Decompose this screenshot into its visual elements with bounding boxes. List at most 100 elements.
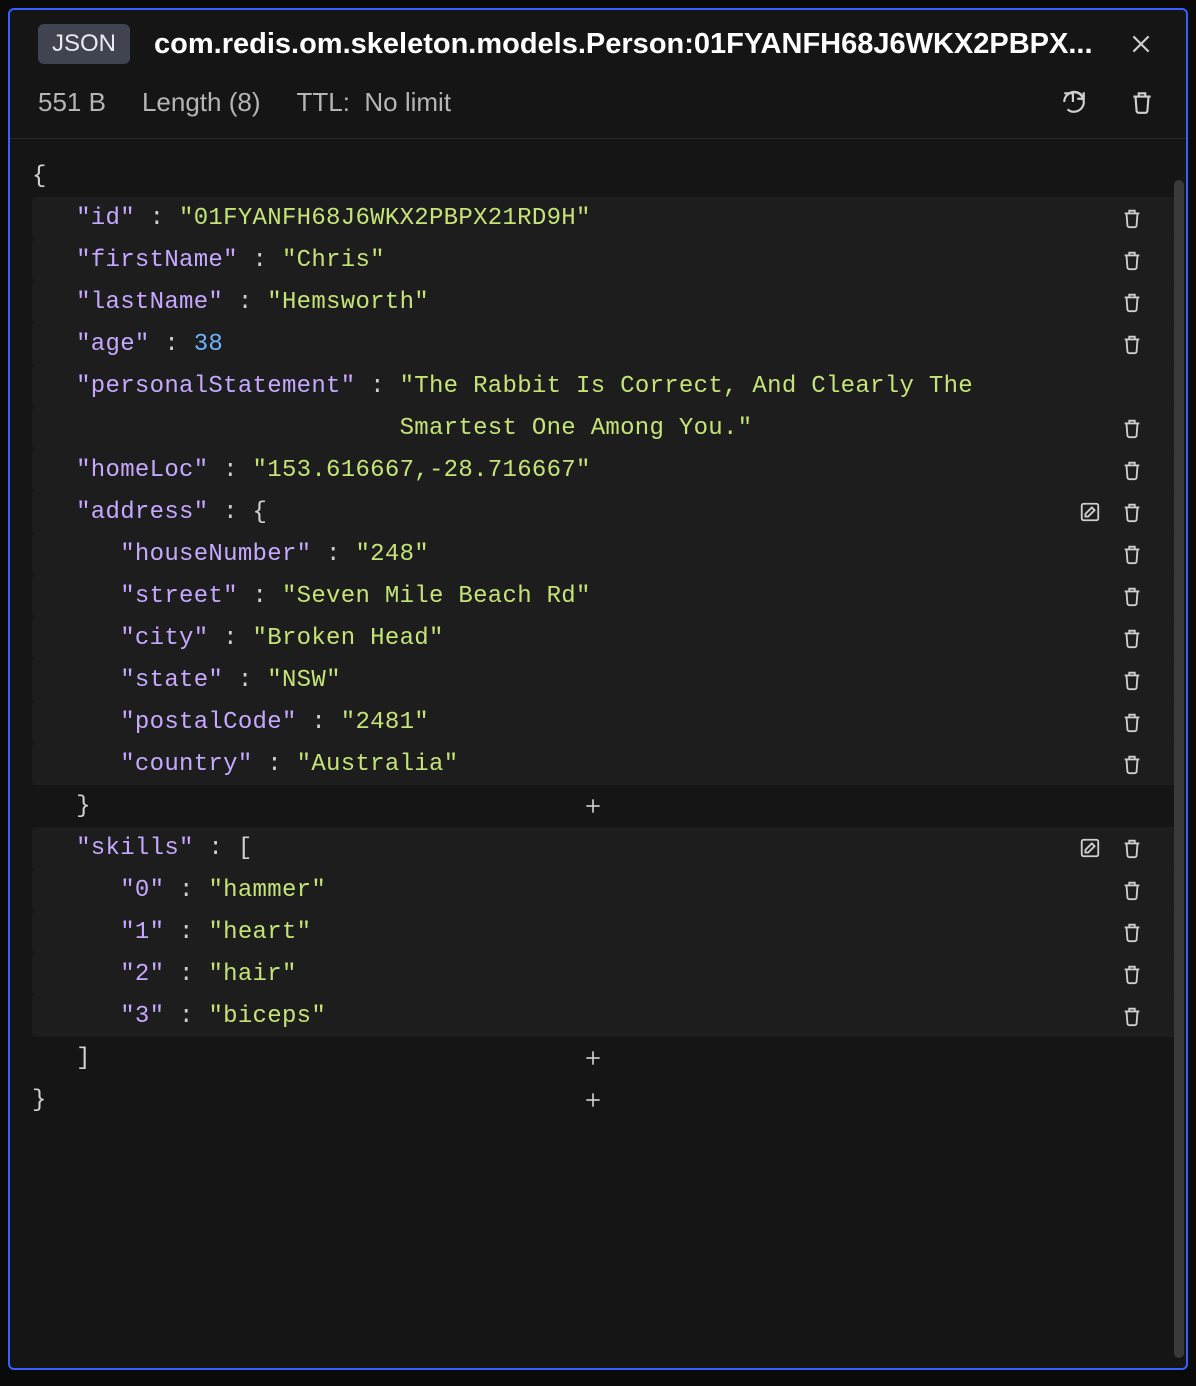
trash-icon bbox=[1121, 249, 1143, 271]
json-row: "age" : 38 bbox=[32, 323, 1176, 365]
delete-field-button[interactable] bbox=[1116, 748, 1148, 780]
trash-icon bbox=[1129, 89, 1155, 115]
refresh-button[interactable] bbox=[1058, 86, 1090, 118]
trash-icon bbox=[1121, 879, 1143, 901]
trash-icon bbox=[1121, 837, 1143, 859]
trash-icon bbox=[1121, 963, 1143, 985]
delete-field-button[interactable] bbox=[1116, 874, 1148, 906]
json-row: "address" : { bbox=[32, 491, 1176, 533]
json-row: Smartest One Among You." bbox=[32, 407, 1176, 449]
value-age: 38 bbox=[194, 331, 223, 358]
refresh-icon bbox=[1061, 89, 1087, 115]
length-label: Length (8) bbox=[142, 87, 261, 118]
value-id: 01FYANFH68J6WKX2PBPX21RD9H bbox=[194, 205, 576, 232]
meta-row: 551 B Length (8) TTL: No limit bbox=[10, 74, 1186, 139]
scrollbar[interactable] bbox=[1174, 180, 1184, 1358]
trash-icon bbox=[1121, 207, 1143, 229]
delete-field-button[interactable] bbox=[1116, 412, 1148, 444]
json-row: "personalStatement" : "The Rabbit Is Cor… bbox=[32, 365, 1176, 407]
edit-field-button[interactable] bbox=[1074, 832, 1106, 864]
trash-icon bbox=[1121, 291, 1143, 313]
json-row: "street" : "Seven Mile Beach Rd" bbox=[32, 575, 1176, 617]
trash-icon bbox=[1121, 543, 1143, 565]
trash-icon bbox=[1121, 417, 1143, 439]
add-field-button[interactable] bbox=[581, 794, 605, 818]
json-content: { "id" : "01FYANFH68J6WKX2PBPX21RD9H" "f… bbox=[10, 139, 1186, 1368]
value-city: Broken Head bbox=[267, 625, 429, 652]
delete-field-button[interactable] bbox=[1116, 580, 1148, 612]
close-icon bbox=[1128, 31, 1154, 57]
json-row: "postalCode" : "2481" bbox=[32, 701, 1176, 743]
trash-icon bbox=[1121, 333, 1143, 355]
value-country: Australia bbox=[311, 751, 443, 778]
value-lastName: Hemsworth bbox=[282, 289, 414, 316]
value-houseNumber: 248 bbox=[370, 541, 414, 568]
value-skill-0: hammer bbox=[223, 877, 311, 904]
json-row: "3" : "biceps" bbox=[32, 995, 1176, 1037]
json-row: "skills" : [ bbox=[32, 827, 1176, 869]
key-title: com.redis.om.skeleton.models.Person:01FY… bbox=[154, 28, 1100, 61]
delete-field-button[interactable] bbox=[1116, 454, 1148, 486]
delete-field-button[interactable] bbox=[1116, 832, 1148, 864]
delete-field-button[interactable] bbox=[1116, 916, 1148, 948]
plus-icon bbox=[583, 1090, 603, 1110]
ttl-value: No limit bbox=[364, 87, 451, 117]
value-skill-3: biceps bbox=[223, 1003, 311, 1030]
value-state: NSW bbox=[282, 667, 326, 694]
json-row: "lastName" : "Hemsworth" bbox=[32, 281, 1176, 323]
json-row: "state" : "NSW" bbox=[32, 659, 1176, 701]
trash-icon bbox=[1121, 921, 1143, 943]
json-row: "firstName" : "Chris" bbox=[32, 239, 1176, 281]
json-row: } bbox=[32, 785, 1176, 827]
trash-icon bbox=[1121, 753, 1143, 775]
value-skill-1: heart bbox=[223, 919, 297, 946]
plus-icon bbox=[583, 1048, 603, 1068]
ttl-group: TTL: No limit bbox=[296, 87, 451, 118]
json-row: "country" : "Australia" bbox=[32, 743, 1176, 785]
value-personalStatement-l2: Smartest One Among You. bbox=[400, 415, 738, 442]
add-field-button[interactable] bbox=[581, 1088, 605, 1112]
title-row: JSON com.redis.om.skeleton.models.Person… bbox=[10, 10, 1186, 74]
trash-icon bbox=[1121, 711, 1143, 733]
key-detail-panel: JSON com.redis.om.skeleton.models.Person… bbox=[8, 8, 1188, 1370]
trash-icon bbox=[1121, 1005, 1143, 1027]
json-row: "0" : "hammer" bbox=[32, 869, 1176, 911]
plus-icon bbox=[583, 796, 603, 816]
delete-field-button[interactable] bbox=[1116, 286, 1148, 318]
size-label: 551 B bbox=[38, 87, 106, 118]
delete-field-button[interactable] bbox=[1116, 328, 1148, 360]
add-field-button[interactable] bbox=[581, 1046, 605, 1070]
edit-icon bbox=[1079, 837, 1101, 859]
delete-field-button[interactable] bbox=[1116, 202, 1148, 234]
json-row: "city" : "Broken Head" bbox=[32, 617, 1176, 659]
json-row: ] bbox=[32, 1037, 1176, 1079]
value-firstName: Chris bbox=[297, 247, 371, 274]
ttl-label: TTL: bbox=[296, 87, 349, 117]
value-skill-2: hair bbox=[223, 961, 282, 988]
json-row: { bbox=[32, 155, 1176, 197]
json-row: "homeLoc" : "153.616667,-28.716667" bbox=[32, 449, 1176, 491]
delete-key-button[interactable] bbox=[1126, 86, 1158, 118]
delete-field-button[interactable] bbox=[1116, 622, 1148, 654]
close-button[interactable] bbox=[1124, 27, 1158, 61]
value-personalStatement-l1: The Rabbit Is Correct, And Clearly The bbox=[414, 373, 973, 400]
value-homeLoc: 153.616667,-28.716667 bbox=[267, 457, 576, 484]
delete-field-button[interactable] bbox=[1116, 538, 1148, 570]
json-row: "houseNumber" : "248" bbox=[32, 533, 1176, 575]
delete-field-button[interactable] bbox=[1116, 1000, 1148, 1032]
edit-field-button[interactable] bbox=[1074, 496, 1106, 528]
json-row: "1" : "heart" bbox=[32, 911, 1176, 953]
trash-icon bbox=[1121, 501, 1143, 523]
delete-field-button[interactable] bbox=[1116, 664, 1148, 696]
delete-field-button[interactable] bbox=[1116, 958, 1148, 990]
trash-icon bbox=[1121, 627, 1143, 649]
trash-icon bbox=[1121, 585, 1143, 607]
delete-field-button[interactable] bbox=[1116, 706, 1148, 738]
json-row: } bbox=[32, 1079, 1176, 1121]
value-postalCode: 2481 bbox=[355, 709, 414, 736]
json-row: "id" : "01FYANFH68J6WKX2PBPX21RD9H" bbox=[32, 197, 1176, 239]
delete-field-button[interactable] bbox=[1116, 244, 1148, 276]
delete-field-button[interactable] bbox=[1116, 496, 1148, 528]
json-row: "2" : "hair" bbox=[32, 953, 1176, 995]
edit-icon bbox=[1079, 501, 1101, 523]
